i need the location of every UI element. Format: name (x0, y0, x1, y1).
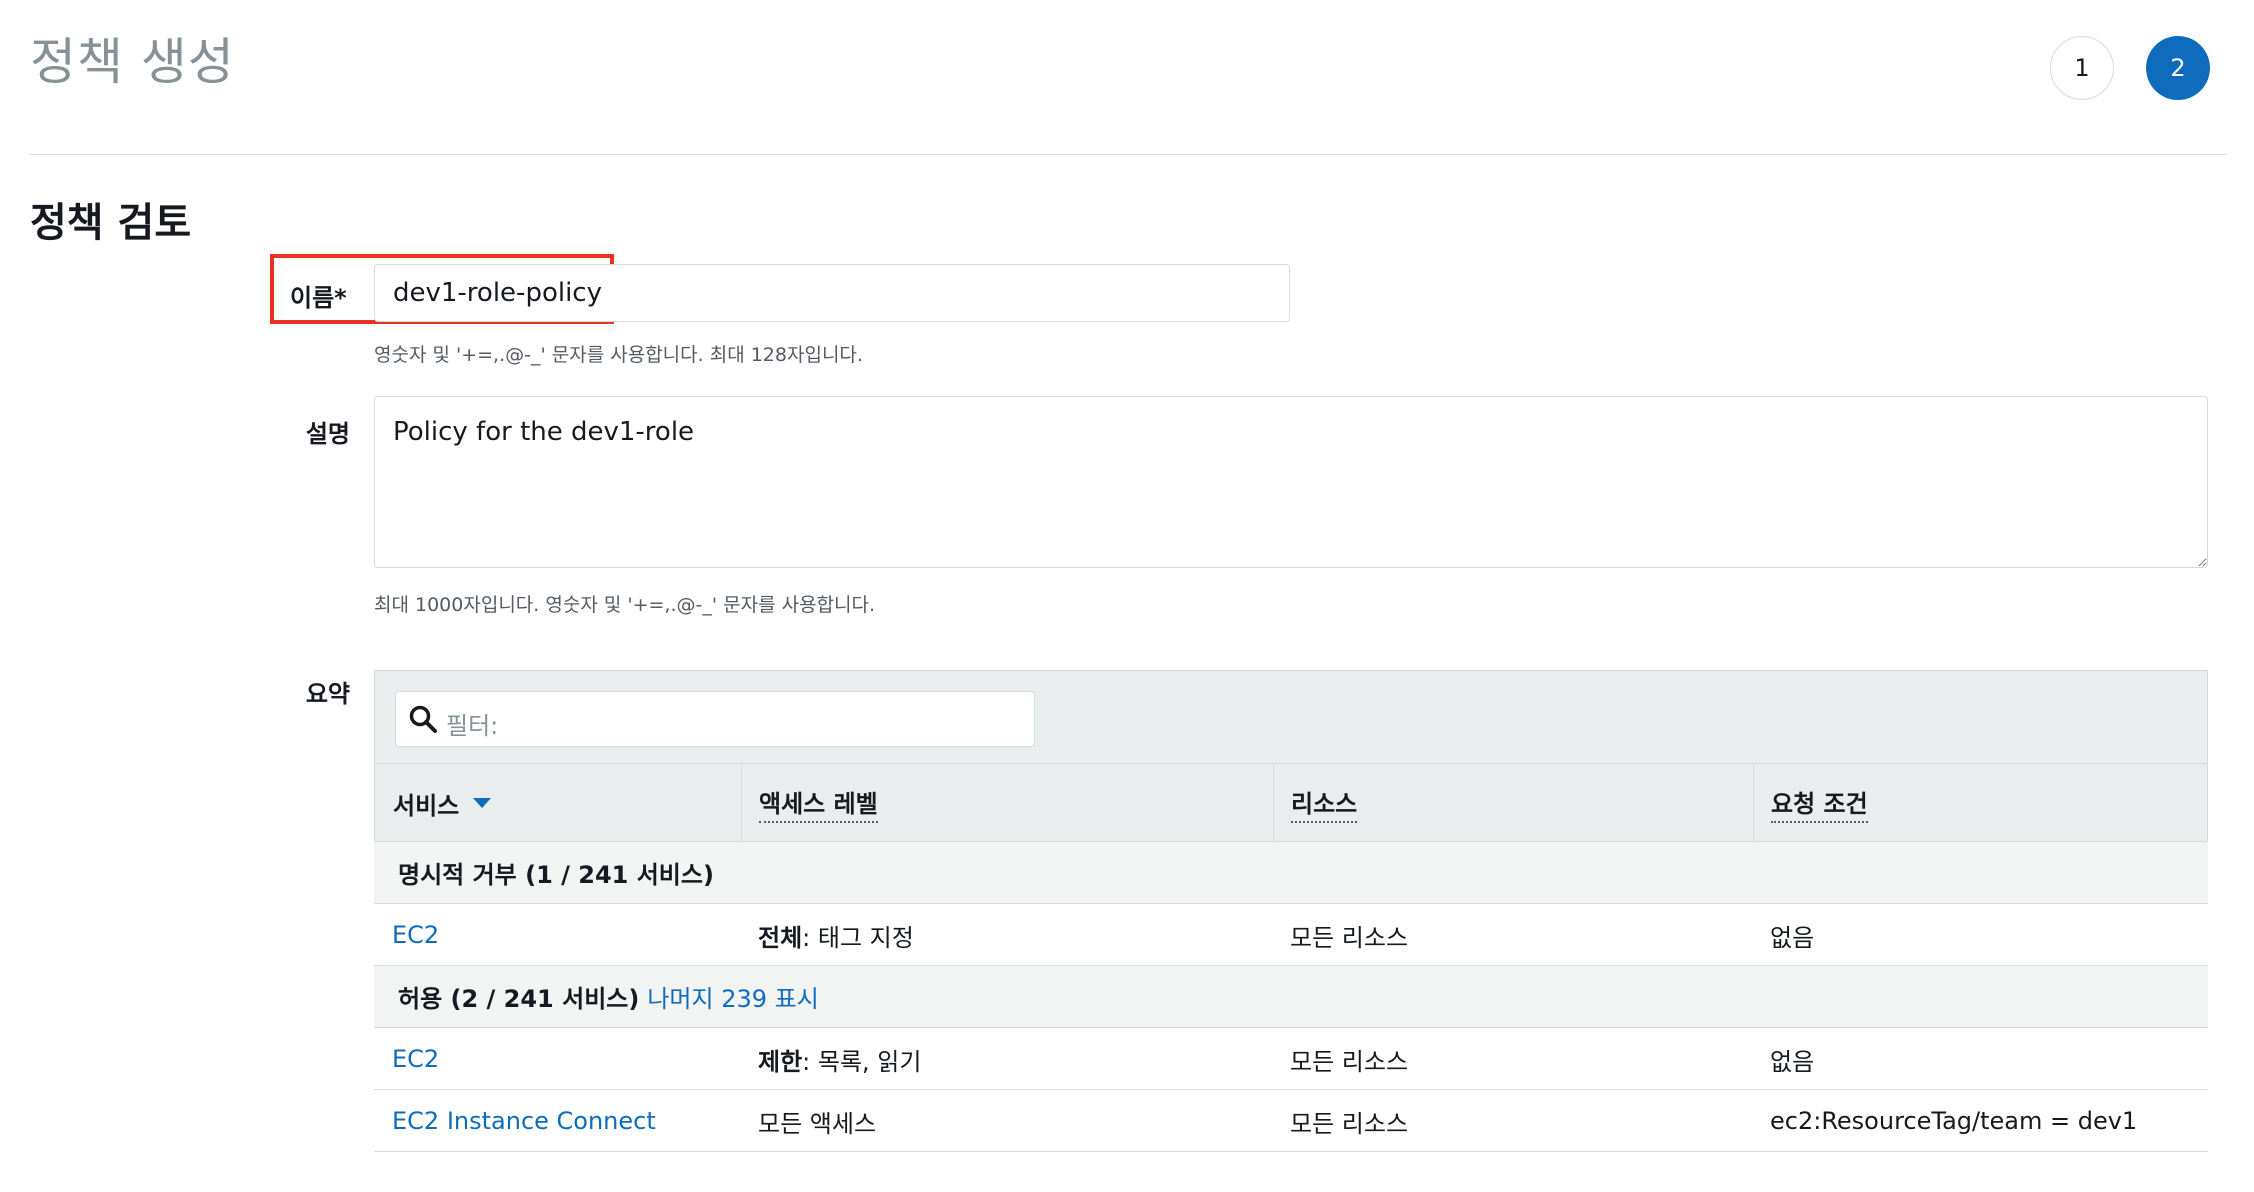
section-title: 정책 검토 (30, 200, 192, 246)
service-link[interactable]: EC2 Instance Connect (392, 1090, 656, 1152)
resource-cell: 모든 리소스 (1290, 1109, 1409, 1138)
access-level-bold: 전체 (758, 923, 803, 952)
policy-name-input[interactable] (374, 264, 1290, 322)
description-label: 설명 (305, 420, 350, 448)
column-header-service-label: 서비스 (393, 791, 460, 820)
search-icon (409, 705, 437, 733)
column-header-request-condition-label: 요청 조건 (1771, 784, 1868, 823)
summary-table: 필터: 서비스 액세스 레벨 리소스 요청 조건 명시적 거부 (1 / 241… (374, 670, 2208, 1152)
filter-input[interactable]: 필터: (395, 691, 1035, 747)
condition-cell: 없음 (1770, 923, 1815, 952)
summary-label: 요약 (305, 680, 350, 708)
condition-cell: ec2:ResourceTag/team = dev1 (1770, 1107, 2138, 1135)
step-2-indicator[interactable]: 2 (2146, 36, 2210, 100)
column-header-access-level-label: 액세스 레벨 (759, 784, 878, 823)
group-row-allow: 허용 (2 / 241 서비스) 나머지 239 표시 (374, 966, 2208, 1028)
step-1-indicator[interactable]: 1 (2050, 36, 2114, 100)
show-remaining-link[interactable]: 나머지 239 표시 (647, 979, 818, 1014)
access-level-cell: 전체: 태그 지정 (758, 904, 914, 966)
column-header-access-level[interactable]: 액세스 레벨 (741, 764, 1273, 842)
service-link[interactable]: EC2 (392, 1028, 439, 1090)
table-row: EC2 Instance Connect 모든 액세스 모든 리소스 ec2:R… (374, 1090, 2208, 1152)
description-textarea[interactable]: Policy for the dev1-role (374, 396, 2208, 568)
table-row: EC2 제한: 목록, 읽기 모든 리소스 없음 (374, 1028, 2208, 1090)
access-level-cell: 제한: 목록, 읽기 (758, 1028, 921, 1090)
group-label: 명시적 거부 (1 / 241 서비스) (398, 861, 714, 889)
description-hint: 최대 1000자입니다. 영숫자 및 '+=,.@-_' 문자를 사용합니다. (374, 594, 876, 616)
condition-cell: 없음 (1770, 1047, 1815, 1076)
column-header-resource[interactable]: 리소스 (1273, 764, 1753, 842)
column-header-request-condition[interactable]: 요청 조건 (1753, 764, 2209, 842)
access-level-bold: 제한 (758, 1047, 803, 1076)
filter-placeholder: 필터: (446, 712, 499, 740)
service-link[interactable]: EC2 (392, 904, 439, 966)
column-header-service[interactable]: 서비스 (375, 764, 741, 842)
column-header-resource-label: 리소스 (1291, 784, 1358, 823)
name-label: 이름* (290, 284, 347, 312)
access-level-detail: : 태그 지정 (802, 923, 914, 952)
name-hint: 영숫자 및 '+=,.@-_' 문자를 사용합니다. 최대 128자입니다. (374, 344, 863, 366)
table-header: 서비스 액세스 레벨 리소스 요청 조건 (374, 764, 2208, 842)
access-level-detail: : 목록, 읽기 (802, 1047, 922, 1076)
group-label: 허용 (2 / 241 서비스) (398, 985, 640, 1013)
table-row: EC2 전체: 태그 지정 모든 리소스 없음 (374, 904, 2208, 966)
page-title: 정책 생성 (30, 33, 235, 91)
access-level-cell: 모든 액세스 (758, 1090, 876, 1152)
sort-descending-icon[interactable] (473, 798, 492, 808)
resource-cell: 모든 리소스 (1290, 1047, 1409, 1076)
filter-bar: 필터: (374, 670, 2208, 764)
group-row-deny: 명시적 거부 (1 / 241 서비스) (374, 842, 2208, 904)
access-level-detail: 모든 액세스 (758, 1109, 877, 1138)
resource-cell: 모든 리소스 (1290, 923, 1409, 952)
header-divider (30, 154, 2226, 155)
